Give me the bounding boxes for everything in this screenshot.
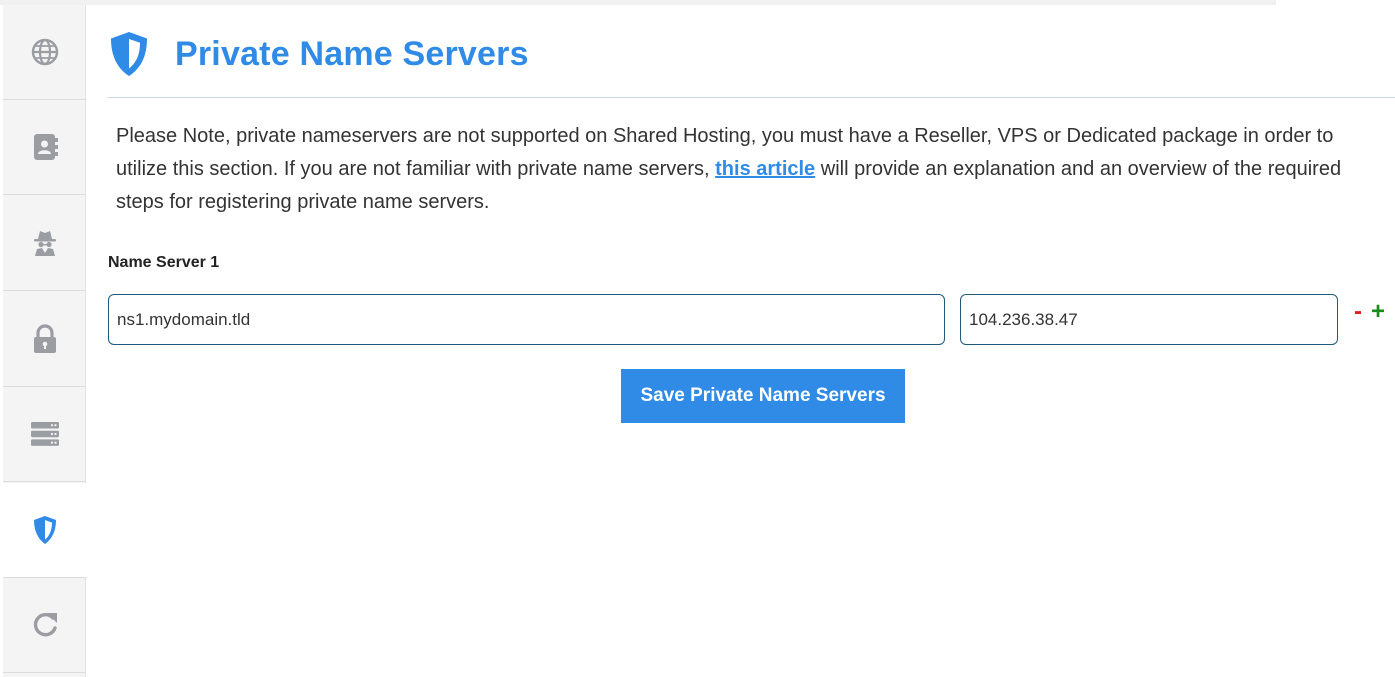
contact-book-icon [33, 134, 58, 160]
top-strip [0, 0, 1276, 5]
privacy-spy-icon [33, 231, 56, 256]
remove-name-server-button[interactable]: - [1354, 298, 1362, 326]
sidebar-item-renew[interactable] [3, 578, 86, 673]
name-server-hostname-input[interactable] [108, 294, 945, 345]
add-name-server-button[interactable]: + [1371, 298, 1385, 326]
sidebar-item-dns[interactable] [3, 387, 86, 482]
shield-icon [111, 32, 147, 76]
lock-icon [33, 324, 56, 353]
sidebar-item-domain[interactable] [3, 5, 86, 100]
article-link[interactable]: this article [715, 158, 815, 180]
sidebar-item-contacts[interactable] [3, 100, 86, 195]
sidebar-nav [3, 5, 87, 677]
page-title: Private Name Servers [175, 34, 529, 73]
page-header: Private Name Servers [108, 30, 529, 78]
renew-icon [33, 613, 57, 637]
server-stack-icon [30, 422, 59, 446]
title-divider [108, 97, 1395, 98]
sidebar-item-private-name-servers[interactable] [3, 483, 87, 578]
sidebar-item-lock[interactable] [3, 292, 86, 387]
name-server-ip-input[interactable] [960, 294, 1338, 345]
sidebar-item-privacy[interactable] [3, 196, 86, 291]
name-server-label: Name Server 1 [108, 254, 220, 271]
globe-icon [31, 38, 58, 66]
shield-icon [34, 516, 56, 544]
info-note: Please Note, private nameservers are not… [116, 120, 1384, 219]
save-private-name-servers-button[interactable]: Save Private Name Servers [621, 369, 905, 423]
